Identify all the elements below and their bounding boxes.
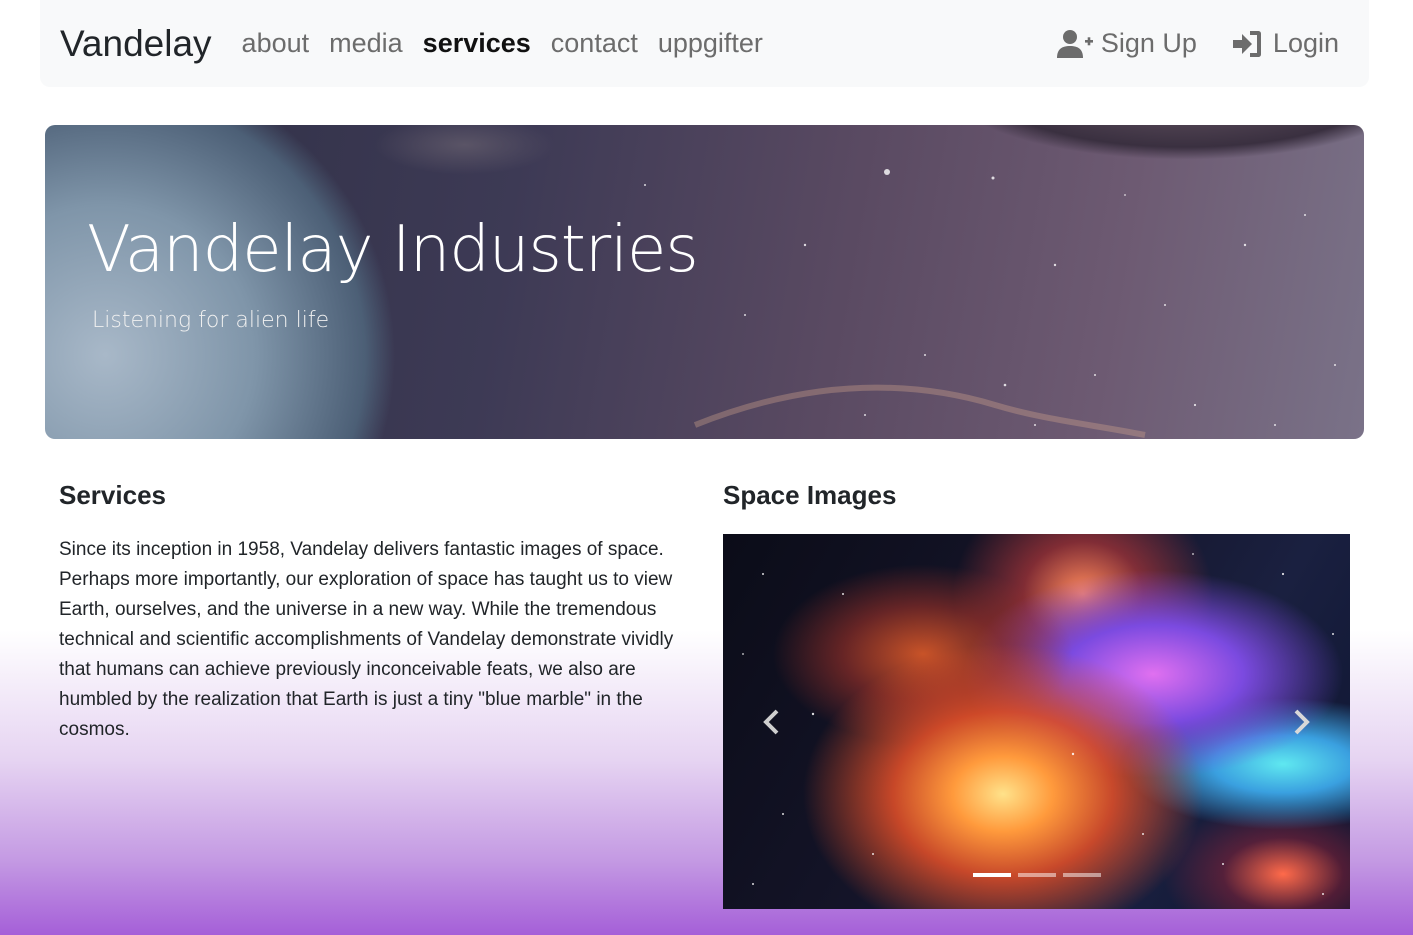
space-images-section: Space Images [723,480,1350,909]
carousel-indicator-1[interactable] [973,873,1011,877]
sign-in-icon [1232,30,1261,57]
nav-links: about media services contact uppgifter [242,28,763,59]
carousel-indicator-3[interactable] [1063,873,1101,877]
nav-link-media[interactable]: media [329,28,403,59]
image-carousel[interactable] [723,534,1350,909]
signup-label: Sign Up [1100,28,1197,58]
nav-link-about[interactable]: about [242,28,310,59]
hero-banner: Vandelay Industries Listening for alien … [45,125,1364,439]
space-images-heading: Space Images [723,480,897,510]
services-heading: Services [59,480,166,510]
hero-title: Vandelay Industries [87,213,699,287]
nav-auth: Sign Up Login [1056,28,1339,59]
nav-link-services[interactable]: services [423,28,531,59]
brand-logo[interactable]: Vandelay [60,23,212,65]
services-section: Services Since its inception in 1958, Va… [59,480,689,745]
carousel-indicator-2[interactable] [1018,873,1056,877]
nav-link-uppgifter[interactable]: uppgifter [658,28,763,59]
chevron-left-icon [763,709,779,735]
login-label: Login [1272,28,1339,58]
services-text: Since its inception in 1958, Vandelay de… [59,539,674,740]
navbar: Vandelay about media services contact up… [40,0,1369,87]
carousel-next-button[interactable] [1282,702,1322,742]
chevron-right-icon [1294,709,1310,735]
signup-link[interactable]: Sign Up [1056,28,1197,59]
login-link[interactable]: Login [1229,28,1339,59]
user-plus-icon [1056,29,1093,58]
carousel-starfield [742,553,1334,895]
hero-subtitle: Listening for alien life [92,308,330,333]
nav-link-contact[interactable]: contact [551,28,638,59]
carousel-prev-button[interactable] [751,702,791,742]
carousel-indicators [973,873,1101,877]
